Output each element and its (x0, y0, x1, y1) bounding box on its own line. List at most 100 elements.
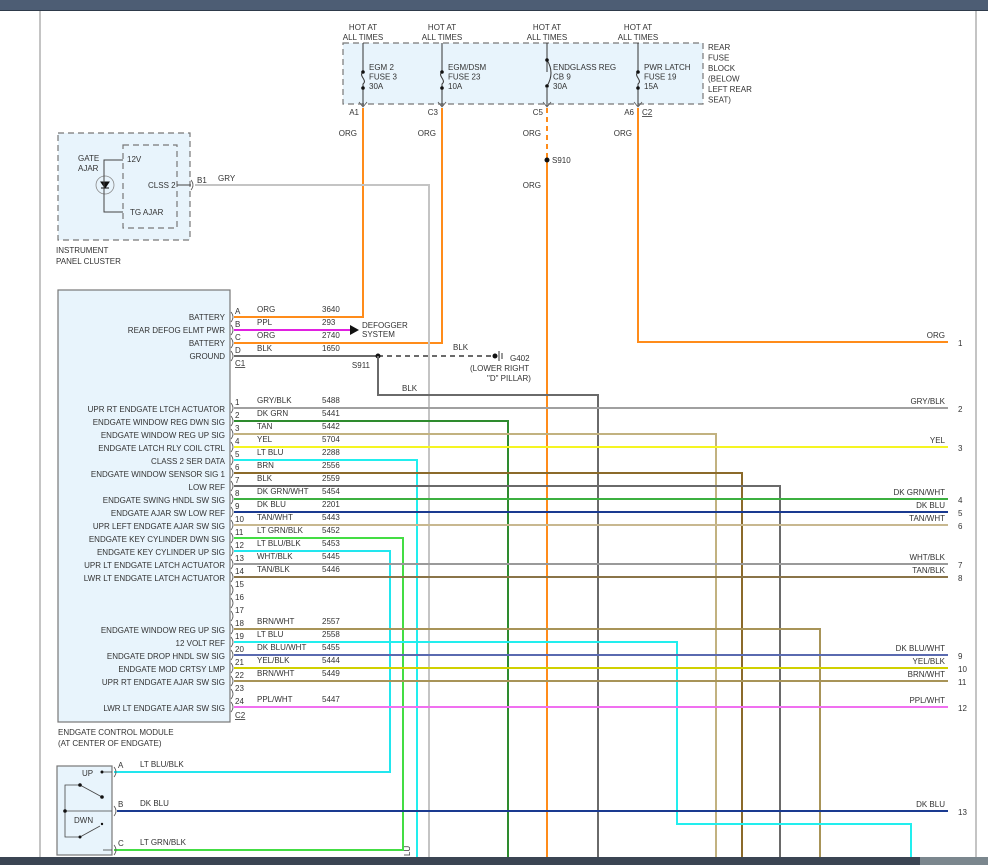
pin-label: 8 (235, 489, 240, 498)
wire-color-label: ORG (257, 305, 275, 314)
connector-terminal-icon (230, 649, 234, 661)
pin-label: 13 (235, 554, 244, 563)
pin-function-label: ENDGATE MOD CRTSY LMP (118, 665, 225, 674)
connector-terminal-icon (230, 467, 234, 479)
rotated-wire-label: LU (403, 846, 412, 856)
connector-terminal-icon (230, 532, 234, 544)
connector-terminal-icon (190, 179, 194, 191)
fuse-name-label: 30A (369, 82, 384, 91)
pin-function-label: BATTERY (189, 313, 226, 322)
pin-label: 5 (235, 450, 240, 459)
wire-color-label: LT GRN/BLK (257, 526, 304, 535)
pin-label: 21 (235, 658, 244, 667)
fuse-terminal-dot (440, 86, 444, 90)
fuse-name-label: ENDGLASS REG (553, 63, 616, 72)
pin-label: 9 (235, 502, 240, 511)
right-wire-color-label: ORG (927, 331, 945, 340)
connector-terminal-icon (113, 805, 117, 817)
pin-label: 12 (235, 541, 244, 550)
circuit-number-label: 1650 (322, 344, 340, 353)
right-terminal-number: 13 (958, 808, 967, 817)
switch-pin-label: C (118, 839, 124, 848)
switch-pivot-dot (78, 783, 82, 787)
pin-function-label: ENDGATE WINDOW REG UP SIG (101, 626, 225, 635)
wire-color-label: GRY/BLK (257, 396, 292, 405)
indicator-label: AJAR (78, 164, 99, 173)
fuse-name-label: 15A (644, 82, 659, 91)
wire-color-label: GRY (218, 174, 236, 183)
fuse-terminal-dot (361, 70, 365, 74)
wire-color-label: PPL (257, 318, 273, 327)
connector-terminal-icon (230, 623, 234, 635)
wire-color-label: TAN (257, 422, 273, 431)
pin-label: 7 (235, 476, 240, 485)
hot-at-all-times-label: HOT AT (428, 23, 456, 32)
pin-function-label: ENDGATE WINDOW REG DWN SIG (93, 418, 225, 427)
pin-label: C (235, 333, 241, 342)
circuit-number-label: 293 (322, 318, 336, 327)
horizontal-scrollbar[interactable] (0, 857, 988, 865)
hot-at-all-times-label: HOT AT (533, 23, 561, 32)
pin-function-label: ENDGATE KEY CYLINDER DWN SIG (89, 535, 225, 544)
fuse-name-label: FUSE 23 (448, 73, 481, 82)
circuit-number-label: 5446 (322, 565, 340, 574)
wire-color-label: PPL/WHT (257, 695, 293, 704)
pin-label: 4 (235, 437, 240, 446)
wire-color-label: BLK (257, 474, 273, 483)
pin-function-label: ENDGATE LATCH RLY COIL CTRL (98, 444, 225, 453)
wire-color-label: BRN/WHT (257, 669, 294, 678)
wire-color-label: DK BLU (140, 799, 169, 808)
wire-color-label: BLK (257, 344, 273, 353)
right-terminal-number: 10 (958, 665, 967, 674)
wire-color-label: LT BLU (257, 630, 284, 639)
fuse-terminal-dot (636, 86, 640, 90)
ground-label: "D" PILLAR) (487, 374, 531, 383)
switch-up-label: UP (82, 769, 93, 778)
circuit-number-label: 2559 (322, 474, 340, 483)
circuit-number-label: 5447 (322, 695, 340, 704)
pin-function-label: CLASS 2 SER DATA (151, 457, 226, 466)
pin-label: 11 (235, 528, 244, 537)
circuit-number-label: 2556 (322, 461, 340, 470)
fuse-name-label: 30A (553, 82, 568, 91)
pin-label: 20 (235, 645, 244, 654)
cluster-pin-label: CLSS 2 (148, 181, 176, 190)
pin-function-label: GROUND (189, 352, 225, 361)
pin-label: 18 (235, 619, 244, 628)
splice-s910-dot (544, 157, 550, 163)
scrollbar-track[interactable] (729, 857, 917, 865)
fuse-block-label: LEFT REAR (708, 85, 752, 94)
wire-color-label: DK BLU (257, 500, 286, 509)
right-terminal-number: 3 (958, 444, 963, 453)
wire-org-a6 (637, 108, 948, 343)
right-wire-color-label: DK BLU (916, 800, 945, 809)
fuse-cavity-label: A1 (349, 108, 359, 117)
connector-terminal-icon (230, 402, 234, 414)
ground-terminal-dot (492, 353, 498, 359)
connector-terminal-icon (230, 324, 234, 336)
connector-terminal-icon (230, 350, 234, 362)
circuit-number-label: 5488 (322, 396, 340, 405)
switch-pin-label: B (118, 800, 123, 809)
right-terminal-number: 5 (958, 509, 963, 518)
scrollbar-track[interactable] (0, 857, 726, 865)
cluster-pin-label: TG AJAR (130, 208, 164, 217)
connector-terminal-icon (230, 662, 234, 674)
wire-color-label: TAN/BLK (257, 565, 290, 574)
right-terminal-number: 12 (958, 704, 967, 713)
wire-color-label: YEL/BLK (257, 656, 290, 665)
cluster-name-label: INSTRUMENT (56, 246, 109, 255)
pin-function-label: ENDGATE DROP HNDL SW SIG (107, 652, 225, 661)
switch-contact-dot (100, 795, 104, 799)
pin-function-label: LOW REF (189, 483, 226, 492)
fuse-name-label: 10A (448, 82, 463, 91)
wire-color-label: ORG (257, 331, 275, 340)
connector-terminal-icon (230, 675, 234, 687)
fuse-cavity-label: A6 (624, 108, 634, 117)
wire-color-label: YEL (257, 435, 273, 444)
wire-color-label: DK GRN/WHT (257, 487, 309, 496)
wire-color-label: ORG (523, 181, 541, 190)
cluster-pin-label: 12V (127, 155, 142, 164)
scrollbar-thumb[interactable] (920, 857, 988, 865)
wire-color-label: BRN/WHT (257, 617, 294, 626)
